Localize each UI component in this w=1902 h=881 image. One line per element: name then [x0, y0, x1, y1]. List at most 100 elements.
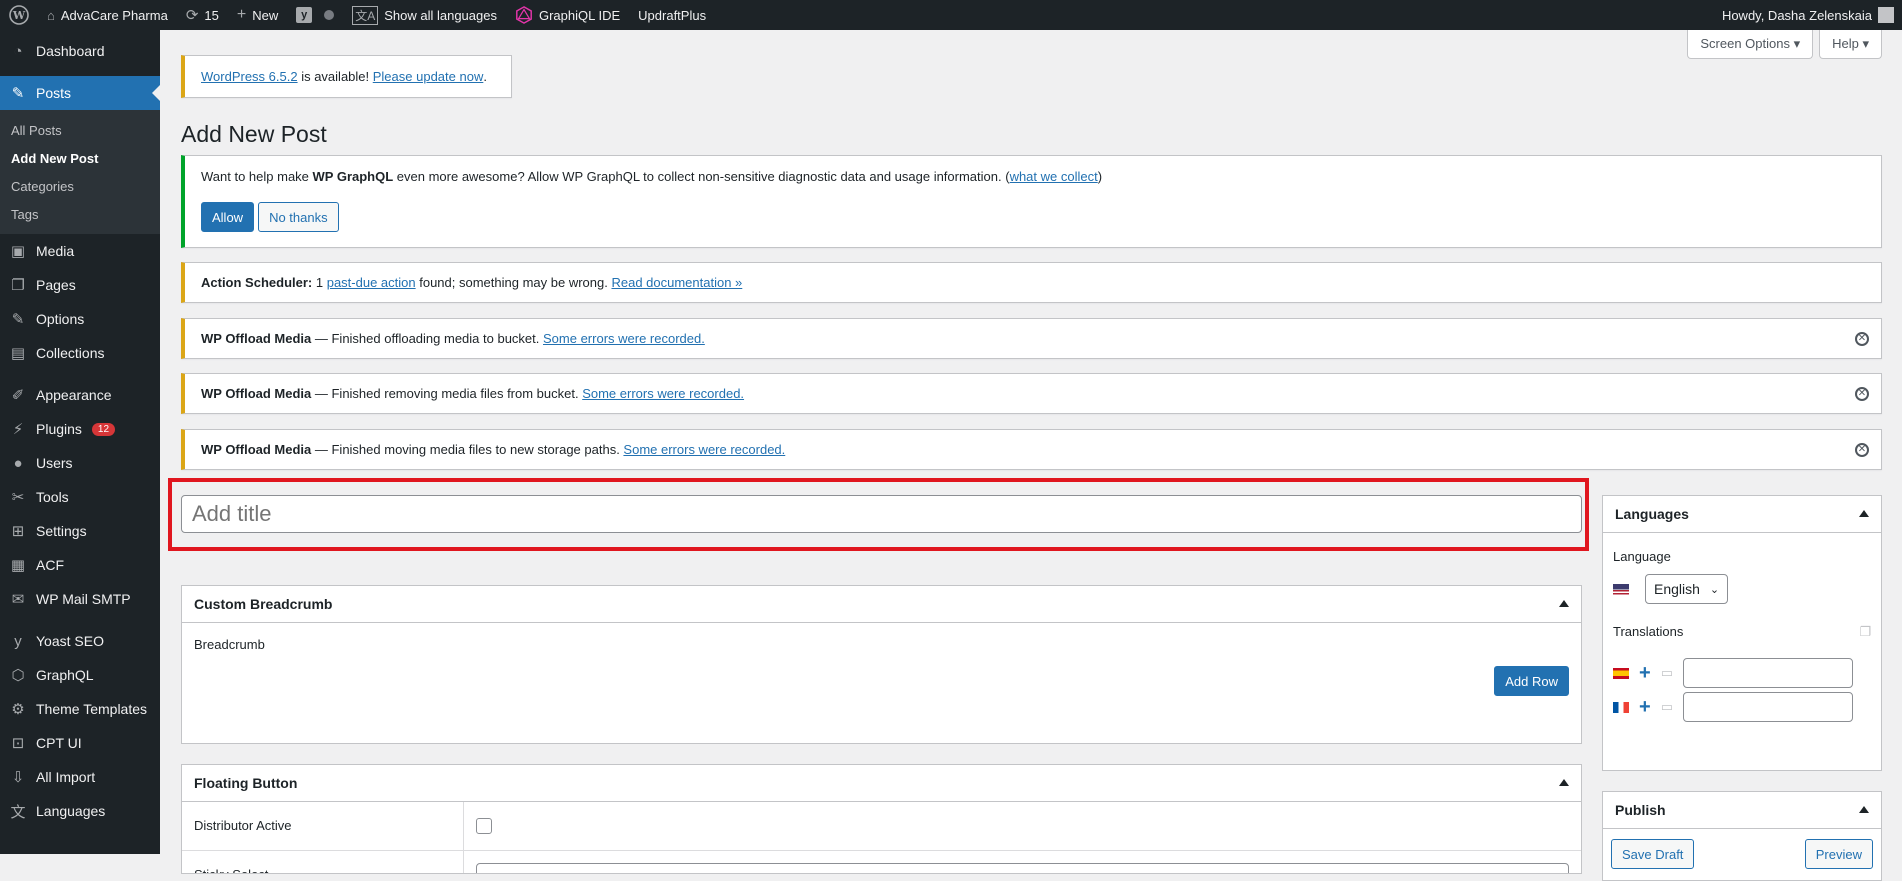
- plus-icon: +: [236, 6, 247, 23]
- language-select[interactable]: English ⌄: [1645, 574, 1729, 604]
- updates-link[interactable]: ⟳ 15: [177, 0, 228, 30]
- distributor-active-checkbox[interactable]: [476, 818, 492, 834]
- sidebar-item-pages[interactable]: ❐ Pages: [0, 268, 160, 302]
- sidebar-item-options[interactable]: ✎ Options: [0, 302, 160, 336]
- preview-button[interactable]: Preview: [1804, 839, 1873, 869]
- graphiql-link[interactable]: GraphiQL IDE: [506, 0, 629, 30]
- no-thanks-button[interactable]: No thanks: [258, 202, 339, 232]
- sidebar-item-theme-templates[interactable]: ⚙ Theme Templates: [0, 692, 160, 726]
- floating-button-header[interactable]: Floating Button: [182, 765, 1581, 802]
- translate-icon: 文: [10, 803, 26, 821]
- errors-recorded-link[interactable]: Some errors were recorded.: [582, 386, 744, 401]
- acf-icon: ▦: [10, 557, 26, 574]
- screen-options-button[interactable]: Screen Options ▾: [1687, 30, 1814, 59]
- custom-breadcrumb-header[interactable]: Custom Breadcrumb: [182, 586, 1581, 623]
- spain-flag-icon: [1613, 667, 1629, 679]
- collapse-arrow-icon[interactable]: [1859, 510, 1869, 517]
- collapse-arrow-icon[interactable]: [1559, 779, 1569, 786]
- submenu-all-posts[interactable]: All Posts: [0, 116, 160, 144]
- show-languages-link[interactable]: 文A Show all languages: [343, 0, 506, 30]
- translate-icon: 文A: [352, 5, 379, 25]
- allow-button[interactable]: Allow: [201, 202, 255, 232]
- language-label: Language: [1613, 549, 1671, 564]
- pages-icon: ❐: [11, 277, 25, 294]
- sidebar-item-cpt-ui[interactable]: ⊡ CPT UI: [0, 726, 160, 760]
- sidebar-item-posts[interactable]: ✎ Posts: [0, 76, 160, 110]
- sticky-select-dropdown[interactable]: inquiry: [476, 863, 1569, 873]
- refresh-icon: ⟳: [185, 7, 199, 24]
- distributor-active-label: Distributor Active: [182, 802, 464, 850]
- submenu-add-new-post[interactable]: Add New Post: [0, 144, 160, 172]
- help-button[interactable]: Help ▾: [1819, 30, 1882, 59]
- dismiss-icon[interactable]: ✕: [1855, 442, 1869, 457]
- sidebar-item-dashboard[interactable]: ◔ Dashboard: [0, 34, 160, 68]
- sidebar-item-plugins[interactable]: ⚡ Plugins 12: [0, 412, 160, 446]
- plug-icon: ⚡: [12, 421, 24, 438]
- comment-icon: ▭: [1660, 699, 1673, 714]
- action-scheduler-notice: Action Scheduler: 1 past-due action foun…: [181, 262, 1882, 303]
- sidebar-item-appearance[interactable]: ✐ Appearance: [0, 378, 160, 412]
- updraftplus-link[interactable]: UpdraftPlus: [629, 0, 715, 30]
- errors-recorded-link[interactable]: Some errors were recorded.: [623, 442, 785, 457]
- avatar: [1878, 7, 1894, 23]
- submenu-categories[interactable]: Categories: [0, 172, 160, 200]
- offload-notice-1: WP Offload Media — Finished offloading m…: [181, 318, 1882, 359]
- copy-icon[interactable]: ❐: [1859, 624, 1871, 640]
- graphql-icon: [516, 6, 532, 24]
- what-we-collect-link[interactable]: what we collect: [1010, 169, 1098, 184]
- wordpress-version-link[interactable]: WordPress 6.5.2: [201, 69, 298, 84]
- sidebar-item-media[interactable]: ▣ Media: [0, 234, 160, 268]
- publish-box: Publish Save Draft Preview: [1602, 791, 1882, 881]
- publish-header[interactable]: Publish: [1603, 792, 1881, 829]
- grid-icon: ⊡: [11, 735, 25, 752]
- site-name-link[interactable]: ⌂ AdvaCare Pharma: [38, 0, 177, 30]
- past-due-action-link[interactable]: past-due action: [327, 275, 416, 290]
- collapse-arrow-icon[interactable]: [1859, 806, 1869, 813]
- add-row-button[interactable]: Add Row: [1494, 666, 1569, 696]
- post-title-input[interactable]: [181, 495, 1582, 533]
- pin-icon: ✎: [11, 311, 25, 328]
- translation-input-es[interactable]: [1682, 658, 1853, 688]
- dismiss-icon[interactable]: ✕: [1855, 386, 1869, 401]
- save-draft-button[interactable]: Save Draft: [1611, 839, 1695, 869]
- sidebar-item-wp-mail-smtp[interactable]: ✉ WP Mail SMTP: [0, 582, 160, 616]
- offload-notice-3: WP Offload Media — Finished moving media…: [181, 429, 1882, 470]
- sidebar-item-languages[interactable]: 文 Languages: [0, 794, 160, 828]
- posts-submenu: All Posts Add New Post Categories Tags: [0, 110, 160, 234]
- sidebar-item-acf[interactable]: ▦ ACF: [0, 548, 160, 582]
- breadcrumb-label: Breadcrumb: [194, 637, 265, 652]
- sidebar-item-tools[interactable]: ✂ Tools: [0, 480, 160, 514]
- please-update-link[interactable]: Please update now: [373, 69, 484, 84]
- collapse-arrow-icon[interactable]: [1559, 600, 1569, 607]
- translation-input-fr[interactable]: [1682, 692, 1853, 722]
- submenu-tags[interactable]: Tags: [0, 200, 160, 228]
- brush-icon: ✐: [11, 387, 25, 404]
- yoast-icon: y: [296, 7, 313, 23]
- yoast-link[interactable]: y: [287, 0, 343, 30]
- import-icon: ⇩: [11, 769, 25, 786]
- pin-icon: ✎: [11, 85, 25, 102]
- table-icon: ▤: [10, 345, 26, 362]
- dismiss-icon[interactable]: ✕: [1855, 331, 1869, 346]
- sidebar-item-users[interactable]: ● Users: [0, 446, 160, 480]
- offload-notice-2: WP Offload Media — Finished removing med…: [181, 373, 1882, 414]
- wrench-icon: ✂: [11, 489, 25, 506]
- sidebar-item-yoast-seo[interactable]: y Yoast SEO: [0, 624, 160, 658]
- my-account-link[interactable]: Howdy, Dasha Zelenskaia: [1722, 0, 1902, 30]
- languages-header[interactable]: Languages: [1603, 496, 1881, 533]
- languages-box: Languages Language English ⌄ Translations…: [1602, 495, 1882, 771]
- sidebar-item-collections[interactable]: ▤ Collections: [0, 336, 160, 370]
- admin-bar: W ⌂ AdvaCare Pharma ⟳ 15 + New y 文A Show…: [0, 0, 1902, 30]
- read-documentation-link[interactable]: Read documentation »: [611, 275, 742, 290]
- main-content: Screen Options ▾ Help ▾ WordPress 6.5.2 …: [160, 30, 1902, 881]
- wordpress-logo-icon[interactable]: W: [0, 0, 38, 30]
- add-translation-icon[interactable]: +: [1639, 697, 1651, 717]
- sidebar-item-graphql[interactable]: ⬡ GraphQL: [0, 658, 160, 692]
- new-content-link[interactable]: + New: [228, 0, 287, 30]
- media-icon: ▣: [10, 243, 26, 260]
- errors-recorded-link[interactable]: Some errors were recorded.: [543, 331, 705, 346]
- sidebar-item-settings[interactable]: ⊞ Settings: [0, 514, 160, 548]
- sidebar-item-all-import[interactable]: ⇩ All Import: [0, 760, 160, 794]
- sticky-select-row: Sticky Select inquiry: [182, 851, 1581, 873]
- add-translation-icon[interactable]: +: [1639, 663, 1651, 683]
